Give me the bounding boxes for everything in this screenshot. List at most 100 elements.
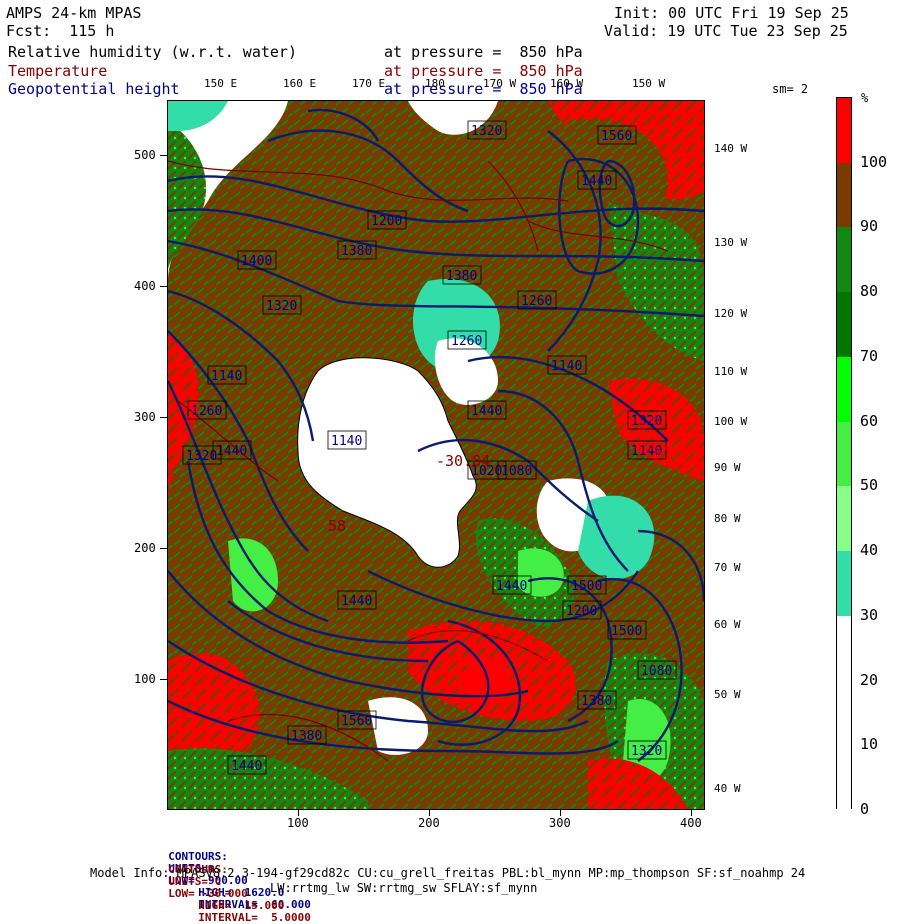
- height-contour-label: 1440: [467, 400, 507, 420]
- right-longitude-label: 120 W: [714, 307, 748, 320]
- map-plot: 1320 1560 1440 1400 1380 1200 1380 1260 1140 1320…: [167, 100, 705, 810]
- height-label-text: 1140: [331, 434, 362, 449]
- height-label-text: 1080: [501, 464, 532, 479]
- height-label-text: 1380: [291, 729, 322, 744]
- height-label-text: 1440: [496, 579, 527, 594]
- height-contour-label: 1440: [227, 755, 267, 775]
- height-contour-label: 1440: [577, 170, 617, 190]
- height-contour-label: 1260: [447, 330, 487, 350]
- height-contour-label: 1500: [607, 620, 647, 640]
- field-temp-label: Temperature: [8, 62, 108, 80]
- temperature-label: -30.84: [436, 452, 490, 470]
- top-longitude-label: 150 E: [204, 77, 238, 90]
- colorbar-bin: [837, 98, 851, 163]
- right-longitude-label: 100 W: [714, 415, 748, 428]
- height-label-text: 1320: [266, 299, 297, 314]
- field-rh-label: Relative humidity (w.r.t. water): [8, 43, 297, 61]
- height-contour-label: 1440: [337, 590, 377, 610]
- height-label-text: 1200: [371, 214, 402, 229]
- height-label-text: 1200: [566, 604, 597, 619]
- right-longitude-label: 80 W: [714, 512, 741, 525]
- colorbar-tick-label: 60: [860, 411, 879, 430]
- height-contour-label: 1500: [567, 575, 607, 595]
- top-longitude-label: 160 E: [283, 77, 317, 90]
- height-contour-label: 1320: [467, 120, 507, 140]
- height-label-text: 1260: [451, 334, 482, 349]
- height-contour-label: 1260: [187, 400, 227, 420]
- y-tick: [160, 417, 167, 418]
- height-label-text: 1440: [471, 404, 502, 419]
- colorbar-bin: [837, 615, 851, 810]
- height-label-text: 1440: [581, 174, 612, 189]
- height-contour-label: 1380: [337, 240, 377, 260]
- height-contour-label: 1260: [517, 290, 557, 310]
- height-label-text: 1260: [521, 294, 552, 309]
- smoothing-label: sm= 2: [772, 82, 809, 96]
- height-contour-label: 1380: [442, 265, 482, 285]
- height-contour-label: 1080: [637, 660, 677, 680]
- colorbar-bin: [837, 486, 851, 552]
- height-label-text: 1560: [341, 714, 372, 729]
- y-tick: [160, 155, 167, 156]
- height-contour-label: 1320: [627, 740, 667, 760]
- humidity-region: [578, 495, 655, 580]
- temperature-label: 58: [328, 517, 346, 535]
- height-contour-label: 1140: [547, 355, 587, 375]
- colorbar-unit: %: [861, 91, 869, 105]
- pressure-rh: at pressure = 850 hPa: [384, 43, 583, 61]
- right-longitude-label: 50 W: [714, 688, 741, 701]
- colorbar: [836, 97, 852, 810]
- init-time: Init: 00 UTC Fri 19 Sep 25: [614, 4, 849, 22]
- colorbar-bin: [837, 551, 851, 616]
- colorbar-bin: [837, 292, 851, 357]
- right-longitude-label: 60 W: [714, 618, 741, 631]
- height-contour-label: 1380: [577, 690, 617, 710]
- height-contour-label: 1400: [237, 250, 277, 270]
- colorbar-tick-label: 100: [860, 152, 888, 171]
- model-info: Model Info: MPASv8.2.3-194-gf29cd82c CU:…: [90, 866, 806, 880]
- colorbar-bin: [837, 356, 851, 422]
- right-longitude-label: 70 W: [714, 561, 741, 574]
- colorbar-tick-label: 50: [860, 476, 879, 495]
- height-contour-label: 1440: [492, 575, 532, 595]
- height-label-text: 1320: [631, 414, 662, 429]
- top-longitude-label: 150 W: [632, 77, 666, 90]
- height-label-text: 1400: [241, 254, 272, 269]
- height-contour-label: 1140: [327, 430, 367, 450]
- height-label-text: 1320: [186, 449, 217, 464]
- height-label-text: 1140: [211, 369, 242, 384]
- colorbar-tick-label: 10: [860, 735, 879, 754]
- forecast-hour: Fcst: 115 h: [6, 22, 115, 40]
- y-tick: [160, 286, 167, 287]
- top-longitude-label: 170 E: [352, 77, 386, 90]
- height-contour-label: 1560: [597, 125, 637, 145]
- height-contour-label: 1380: [287, 725, 327, 745]
- right-longitude-label: 40 W: [714, 782, 741, 795]
- field-height-label: Geopotential height: [8, 80, 180, 98]
- height-label-text: 1140: [631, 444, 662, 459]
- colorbar-bin: [837, 227, 851, 293]
- height-label-text: 1140: [551, 359, 582, 374]
- top-longitude-label: 170 W: [483, 77, 517, 90]
- colorbar-tick-label: 40: [860, 541, 879, 560]
- height-label-text: 1560: [601, 129, 632, 144]
- y-tick-label: 100: [134, 672, 156, 686]
- x-tick-label: 100: [287, 816, 309, 830]
- height-contour-label: 1560: [337, 710, 377, 730]
- height-label-text: 1500: [571, 579, 602, 594]
- height-label-text: 1320: [471, 124, 502, 139]
- colorbar-tick-label: 20: [860, 670, 879, 689]
- y-tick-label: 500: [134, 148, 156, 162]
- x-tick-label: 400: [680, 816, 702, 830]
- height-contour-label: 1320: [262, 295, 302, 315]
- colorbar-tick-label: 30: [860, 605, 879, 624]
- height-contour-label: 1140: [627, 440, 667, 460]
- right-longitude-label: 110 W: [714, 365, 748, 378]
- height-label-text: 1380: [581, 694, 612, 709]
- right-longitude-label: 140 W: [714, 142, 748, 155]
- height-contour-label: 1200: [562, 600, 602, 620]
- height-contour-label: 1200: [367, 210, 407, 230]
- height-label-text: 1080: [641, 664, 672, 679]
- height-contour-label: 1440: [212, 440, 252, 460]
- valid-time: Valid: 19 UTC Tue 23 Sep 25: [604, 22, 848, 40]
